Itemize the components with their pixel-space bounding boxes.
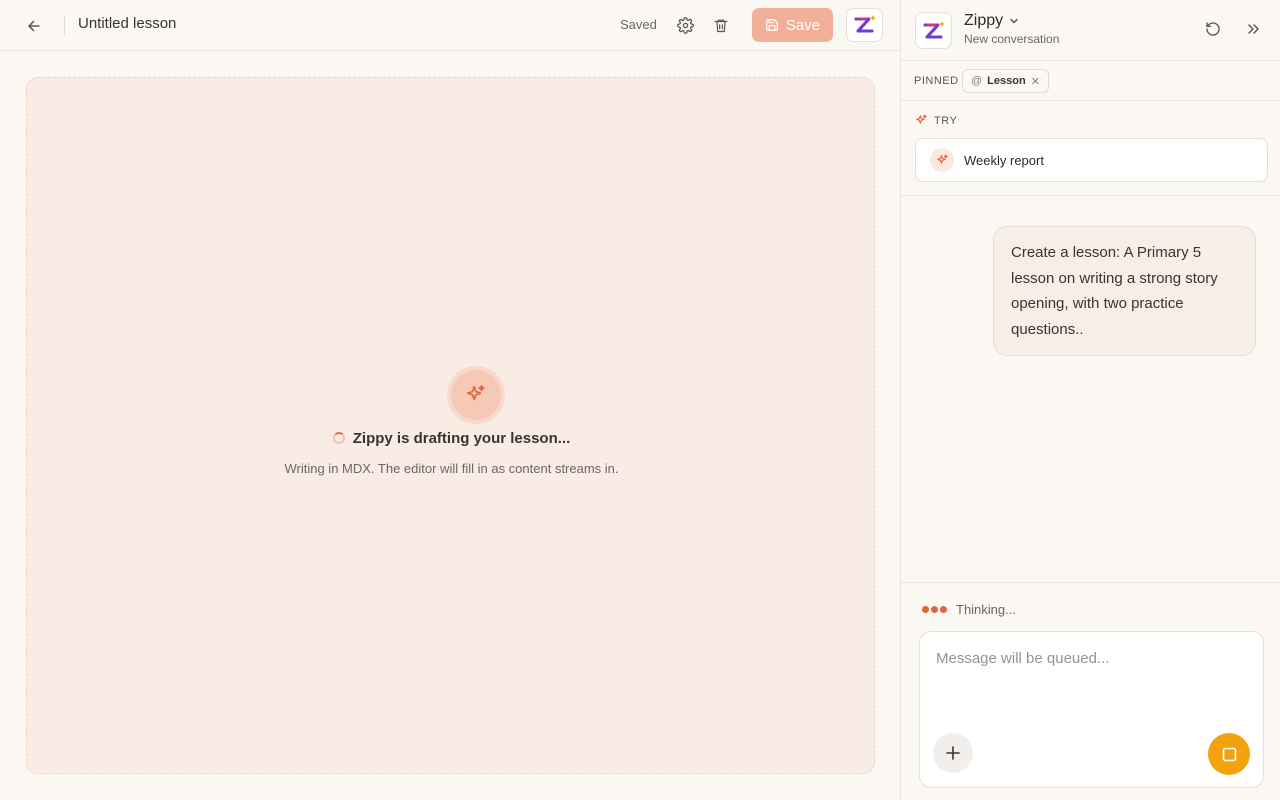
spinner-icon — [332, 432, 345, 444]
pinned-chip[interactable]: @ Lesson ✕ — [962, 69, 1049, 93]
thinking-dots-icon — [922, 606, 947, 613]
zippy-toggle-button[interactable] — [846, 8, 883, 42]
suggestion-weekly-report[interactable]: Weekly report — [915, 138, 1268, 182]
history-button[interactable] — [1201, 17, 1225, 41]
stop-button[interactable] — [1208, 733, 1250, 775]
save-button-label: Save — [785, 16, 821, 34]
thinking-text: Thinking... — [956, 602, 1016, 617]
try-label: TRY — [915, 114, 957, 127]
suggestion-icon — [930, 148, 954, 172]
attach-button[interactable] — [933, 733, 973, 773]
plus-icon — [946, 746, 960, 760]
save-icon — [766, 19, 778, 31]
pinned-label: PINNED — [914, 75, 959, 87]
thinking-indicator: Thinking... — [922, 602, 1016, 617]
save-button[interactable]: Save — [752, 8, 833, 42]
drafting-badge — [451, 370, 501, 420]
try-label-text: TRY — [934, 114, 958, 127]
drafting-title-text: Zippy is drafting your lesson... — [352, 430, 571, 447]
editor-area: Untitled lesson Saved Save Zippy is draf… — [0, 0, 900, 800]
chevron-down-icon — [1010, 18, 1018, 24]
lesson-title[interactable]: Untitled lesson — [78, 15, 176, 32]
drafting-title: Zippy is drafting your lesson... — [27, 430, 876, 447]
sparkle-icon — [466, 385, 485, 401]
lesson-canvas: Zippy is drafting your lesson... Writing… — [26, 77, 875, 774]
collapse-panel-button[interactable] — [1241, 17, 1265, 41]
at-icon: @ — [971, 75, 983, 87]
composer — [919, 631, 1264, 788]
trash-icon — [714, 19, 728, 32]
drafting-subtitle: Writing in MDX. The editor will fill in … — [284, 461, 619, 476]
save-status: Saved — [620, 17, 657, 32]
pinned-chip-label: Lesson — [987, 75, 1026, 87]
try-section: TRY Weekly report — [901, 101, 1280, 196]
zippy-logo-icon — [854, 15, 876, 33]
conversation-name: New conversation — [964, 32, 1060, 46]
editor-topbar: Untitled lesson Saved Save — [0, 0, 900, 51]
assistant-avatar — [915, 12, 952, 49]
stop-icon — [1222, 747, 1236, 761]
double-chevron-right-icon — [1248, 24, 1259, 34]
pinned-row: PINNED @ Lesson ✕ — [901, 61, 1280, 101]
history-icon — [1206, 22, 1220, 36]
sparkle-icon — [916, 114, 927, 124]
back-arrow-icon — [28, 20, 40, 32]
divider — [64, 15, 65, 35]
gear-icon — [676, 16, 694, 34]
close-icon[interactable]: ✕ — [1031, 75, 1040, 88]
delete-button[interactable] — [709, 13, 733, 37]
assistant-name: Zippy — [964, 12, 1004, 29]
settings-button[interactable] — [673, 13, 697, 37]
panel-header: Zippy New conversation — [901, 0, 1280, 61]
message-input[interactable] — [936, 646, 1246, 670]
composer-zone: Thinking... — [901, 582, 1280, 800]
sparkle-icon — [936, 154, 948, 164]
back-button[interactable] — [22, 14, 46, 38]
assistant-selector[interactable]: Zippy — [964, 12, 1019, 30]
assistant-panel: Zippy New conversation PINNED @ Lesson ✕… — [900, 0, 1280, 800]
zippy-logo-icon — [923, 20, 945, 38]
user-message: Create a lesson: A Primary 5 lesson on w… — [993, 226, 1256, 356]
suggestion-label: Weekly report — [964, 152, 1044, 168]
